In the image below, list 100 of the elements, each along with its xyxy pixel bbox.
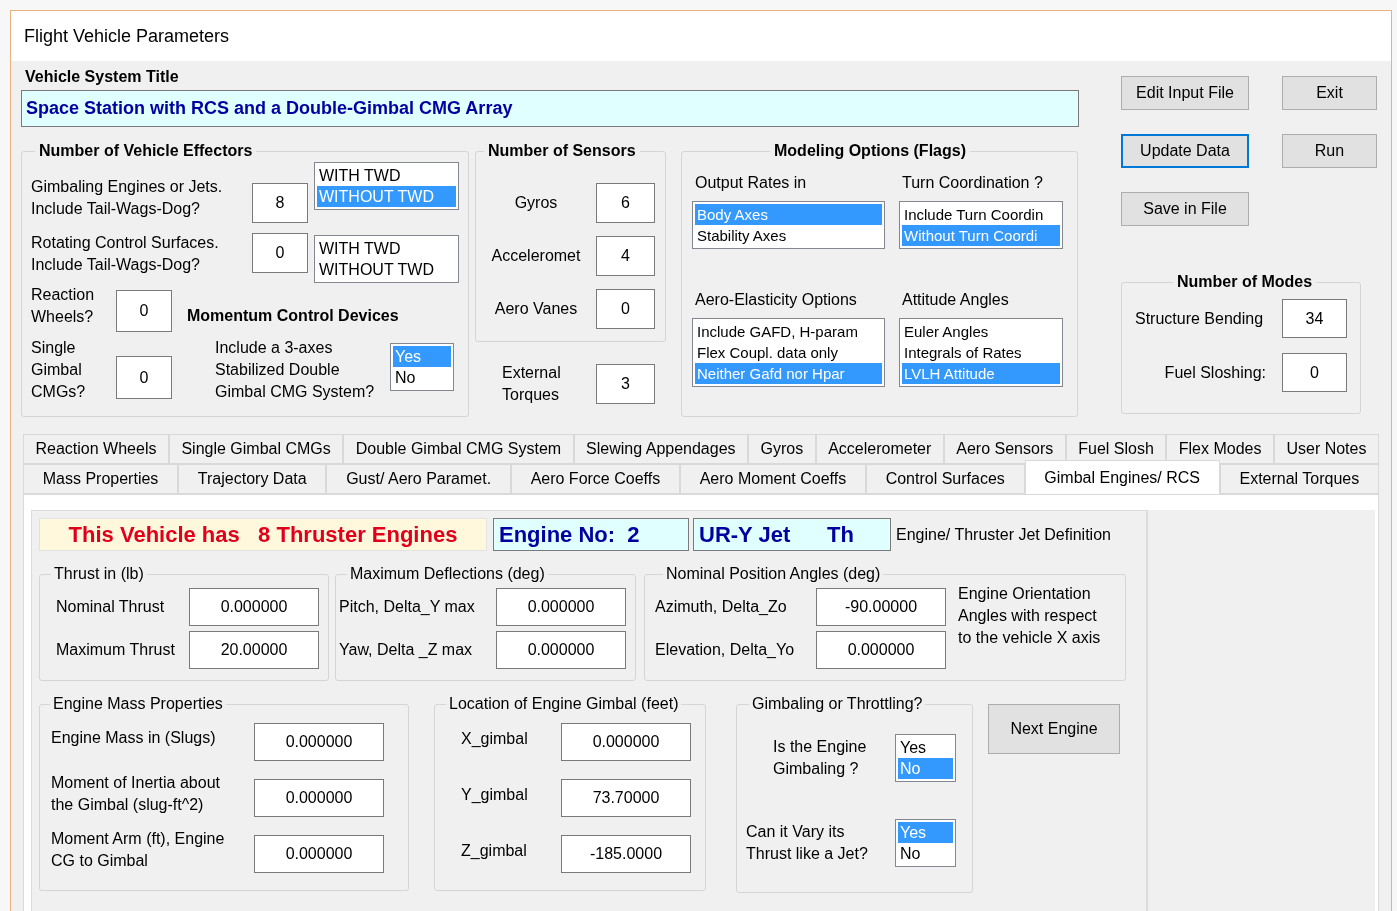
- listbox[interactable]: WITH TWD WITHOUT TWD: [314, 235, 459, 283]
- field-label: X_gimbal: [461, 729, 529, 749]
- group-title: Number of Vehicle Effectors: [38, 141, 254, 161]
- button[interactable]: Edit Input File: [1121, 76, 1249, 110]
- tab[interactable]: Gust/ Aero Paramet.: [326, 464, 511, 494]
- input-field[interactable]: 0: [252, 233, 308, 273]
- list-option[interactable]: Stability Axes: [695, 225, 882, 246]
- title-field[interactable]: Space Station with RCS and a Double-Gimbal CMG Array: [21, 90, 1079, 127]
- field-label: Pitch, Delta_Y max: [339, 597, 476, 617]
- input-field[interactable]: 0.000000: [189, 588, 319, 626]
- field-label: Rotating Control Surfaces. Include Tail-Wags-Dog?: [31, 233, 220, 275]
- field-label: Gimbaling Engines or Jets. Include Tail-Wags-Dog?: [31, 177, 224, 219]
- tab[interactable]: Accelerometer: [815, 434, 944, 464]
- group-title: Number of Modes: [1176, 272, 1314, 292]
- group-title: Thrust in (lb): [53, 564, 145, 584]
- button[interactable]: Exit: [1282, 76, 1377, 110]
- input-field[interactable]: 0.000000: [254, 723, 384, 761]
- group-title: Gimbaling or Throttling?: [751, 694, 924, 714]
- list-option[interactable]: No: [898, 843, 953, 864]
- tab[interactable]: Double Gimbal CMG System: [343, 434, 574, 464]
- input-field[interactable]: 0: [116, 290, 172, 332]
- input-field[interactable]: 0: [116, 356, 172, 399]
- list-option[interactable]: WITH TWD: [317, 238, 456, 259]
- input-field[interactable]: UR-Y Jet Th: [693, 518, 891, 551]
- input-field[interactable]: 0: [1282, 353, 1347, 392]
- group-title: Location of Engine Gimbal (feet): [448, 694, 680, 714]
- input-field[interactable]: 6: [596, 183, 655, 223]
- field-label: Aero Vanes: [493, 299, 579, 319]
- list-option[interactable]: Include GAFD, H-param: [695, 321, 882, 342]
- field-label: Maximum Thrust: [56, 640, 176, 660]
- list-option[interactable]: Include Turn Coordin: [902, 204, 1060, 225]
- tab[interactable]: Aero Moment Coeffs: [679, 464, 866, 494]
- field-label: Engine Mass in (Slugs): [51, 728, 217, 748]
- list-option[interactable]: WITHOUT TWD: [317, 259, 456, 280]
- input-field[interactable]: 34: [1282, 299, 1347, 338]
- tab[interactable]: User Notes: [1273, 434, 1379, 464]
- listbox[interactable]: Yes No: [390, 343, 454, 391]
- list-option[interactable]: No: [393, 367, 451, 388]
- input-field[interactable]: 0.000000: [496, 631, 626, 669]
- field-label: Aero-Elasticity Options: [694, 290, 858, 310]
- list-option[interactable]: Flex Coupl. data only: [695, 342, 882, 363]
- tab[interactable]: Trajectory Data: [178, 464, 327, 494]
- tab[interactable]: Mass Properties: [23, 464, 179, 494]
- next-engine-button[interactable]: Next Engine: [988, 704, 1120, 754]
- tab[interactable]: External Torques: [1219, 464, 1379, 494]
- field-label: Output Rates in: [694, 173, 808, 193]
- input-field[interactable]: -90.00000: [816, 588, 946, 626]
- info-banner: This Vehicle has 8 Thruster Engines: [39, 518, 487, 551]
- field-label: Fuel Sloshing:: [1163, 362, 1267, 383]
- input-field[interactable]: 8: [252, 183, 308, 223]
- input-field[interactable]: -185.0000: [561, 835, 691, 873]
- window-title: Flight Vehicle Parameters: [11, 11, 1391, 61]
- tab[interactable]: Gyros: [748, 434, 816, 464]
- field-label: Attitude Angles: [901, 290, 1010, 310]
- field-label: Azimuth, Delta_Zo: [655, 597, 788, 617]
- list-option[interactable]: Integrals of Rates: [902, 342, 1060, 363]
- list-option[interactable]: Euler Angles: [902, 321, 1060, 342]
- field-label: Is the Engine Gimbaling ?: [773, 737, 868, 779]
- tab[interactable]: Control Surfaces: [865, 464, 1025, 494]
- tab[interactable]: Slewing Appendages: [573, 434, 749, 464]
- input-field[interactable]: 3: [596, 364, 655, 404]
- input-field[interactable]: 0.000000: [254, 835, 384, 873]
- listbox[interactable]: Body Axes Stability Axes: [692, 201, 885, 249]
- button[interactable]: Update Data: [1121, 134, 1249, 168]
- field-label: External Torques: [502, 363, 562, 405]
- tab[interactable]: Gimbal Engines/ RCS: [1024, 460, 1220, 494]
- list-option[interactable]: WITH TWD: [317, 165, 456, 186]
- input-field[interactable]: 4: [596, 236, 655, 276]
- group-title: Modeling Options (Flags): [773, 141, 967, 161]
- button[interactable]: Save in File: [1121, 192, 1249, 226]
- tab[interactable]: Flex Modes: [1166, 434, 1274, 464]
- tab[interactable]: Aero Sensors: [943, 434, 1066, 464]
- input-field[interactable]: 0.000000: [254, 779, 384, 817]
- list-option[interactable]: Yes: [898, 737, 953, 758]
- field-label: Z_gimbal: [461, 841, 528, 861]
- input-field[interactable]: 0.000000: [561, 723, 691, 761]
- field-label: Nominal Thrust: [56, 597, 166, 617]
- field-label: Include a 3-axes Stabilized Double Gimbal CMG System?: [215, 338, 376, 402]
- group-title: Maximum Deflections (deg): [349, 564, 546, 584]
- tab[interactable]: Aero Force Coeffs: [510, 464, 680, 494]
- field-label: Elevation, Delta_Yo: [655, 640, 796, 660]
- field-label: Vehicle System Title: [24, 67, 180, 87]
- listbox[interactable]: Include Turn Coordin Without Turn Coordi: [899, 201, 1063, 249]
- listbox[interactable]: Include GAFD, H-param Flex Coupl. data only Neither Gafd nor Hpar: [692, 318, 885, 387]
- listbox[interactable]: Euler Angles Integrals of Rates LVLH Attitude: [899, 318, 1063, 387]
- field-label: Acceleromet: [490, 246, 582, 266]
- tab[interactable]: Reaction Wheels: [23, 434, 169, 464]
- listbox[interactable]: Yes No: [895, 819, 956, 867]
- input-field[interactable]: 0: [596, 289, 655, 329]
- input-field[interactable]: 0.000000: [496, 588, 626, 626]
- group-title: Nominal Position Angles (deg): [665, 564, 882, 584]
- input-field[interactable]: 20.00000: [189, 631, 319, 669]
- tab[interactable]: Single Gimbal CMGs: [168, 434, 344, 464]
- input-field[interactable]: 0.000000: [816, 631, 946, 669]
- button[interactable]: Run: [1282, 134, 1377, 168]
- input-field[interactable]: Engine No: 2: [493, 518, 689, 551]
- listbox[interactable]: Yes No: [895, 734, 956, 782]
- input-field[interactable]: 73.70000: [561, 779, 691, 817]
- group-title: Engine Mass Properties: [52, 694, 224, 714]
- listbox[interactable]: WITH TWD WITHOUT TWD: [314, 162, 459, 210]
